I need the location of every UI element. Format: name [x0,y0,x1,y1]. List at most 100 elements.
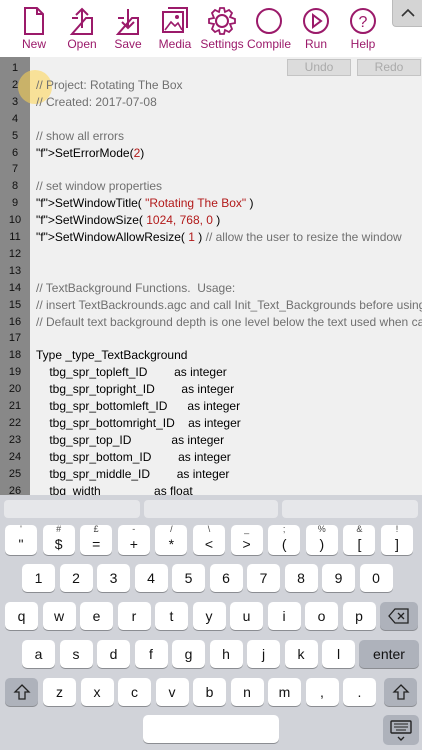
key-alt-symbol: # [56,524,62,534]
letter-key[interactable]: l [322,640,355,668]
number-key[interactable]: 0 [359,564,393,592]
line-number: 16 [8,315,22,328]
save-button[interactable]: Save [108,0,148,57]
compile-button[interactable]: Compile [246,0,292,57]
letter-key[interactable]: v [155,678,189,706]
suggestion-bar [0,495,422,521]
symbol-key[interactable]: # $ [42,524,75,555]
backspace-key[interactable] [380,602,418,630]
code-line: tbg_spr_bottomleft_ID as integer [36,399,241,413]
code-editor[interactable]: 1 2 3 4 5 6 7 8 9 10 11 12 13 14 15 16 17 18 19 20 21 22 23 24 2… [0,57,422,495]
key-symbol: [ [357,536,362,552]
letter-key[interactable]: z [43,678,76,706]
letter-key[interactable]: , [305,678,339,706]
number-key[interactable]: 3 [97,564,130,592]
letter-key[interactable]: m [268,678,301,706]
on-screen-keyboard: ' " # $ £ = - + / * \ < _ >;(%) &[!] 1 2 3 4 5 6 7 8 9 0 q w e r t y u i… [0,495,422,750]
letter-key[interactable]: k [284,640,318,668]
letter-key[interactable]: a [22,640,55,668]
settings-button[interactable]: Settings [200,0,244,57]
number-key[interactable]: 6 [209,564,243,592]
open-button[interactable]: Open [62,0,102,57]
symbol-key[interactable]: !] [381,524,413,555]
undo-button[interactable]: Undo [287,59,351,76]
key-symbol: > [242,536,251,552]
redo-button[interactable]: Redo [357,59,421,76]
letter-key[interactable]: h [209,640,243,668]
suggestion-slot[interactable] [4,500,140,518]
number-key[interactable]: 2 [59,564,93,592]
symbol-key[interactable]: &[ [343,524,376,555]
letter-key[interactable]: e [80,602,113,630]
help-button[interactable]: ? Help [343,0,383,57]
save-download-icon [115,9,139,35]
code-line: Type _type_TextBackground [36,348,188,363]
line-number: 17 [8,332,22,345]
letter-key[interactable]: y [192,602,226,630]
letter-key[interactable]: u [230,602,263,630]
letter-key[interactable]: i [267,602,301,630]
code-line: tbg_spr_middle_ID as integer [36,466,230,481]
symbol-key[interactable]: %) [305,524,338,555]
keyboard-hide-icon [390,720,412,741]
letter-key[interactable]: . [343,678,376,706]
line-number: 21 [8,400,22,412]
run-button[interactable]: Run [296,0,336,57]
letter-key[interactable]: x [80,678,114,706]
number-key[interactable]: 9 [322,564,355,592]
shift-key-left[interactable] [5,678,38,706]
symbol-key[interactable]: - + [117,524,150,555]
letter-key[interactable]: c [118,678,151,706]
new-button[interactable]: New [14,0,54,57]
letter-key[interactable]: f [134,640,168,668]
line-number: 13 [8,264,22,277]
space-key[interactable] [143,715,279,743]
number-key[interactable]: 1 [22,564,55,592]
collapse-toolbar-button[interactable] [392,0,422,27]
symbol-key[interactable]: \ < [193,524,225,555]
help-label: Help [350,37,376,51]
letter-key[interactable]: o [305,602,338,630]
symbol-key[interactable]: _ > [230,524,263,555]
letter-key[interactable]: q [5,602,38,630]
toolbar: New Open Save Media Settings Compile Run… [0,0,422,57]
letter-key[interactable]: p [342,602,376,630]
letter-key[interactable]: s [59,640,93,668]
symbol-key[interactable]: / * [155,524,188,555]
line-number: 18 [8,349,22,362]
enter-key[interactable]: enter [359,640,419,668]
symbol-key[interactable]: ' " [5,524,37,555]
key-alt-symbol: \ [207,524,211,534]
letter-key[interactable]: d [97,640,130,668]
open-label: Open [67,37,97,51]
number-key[interactable]: 8 [284,564,318,592]
symbol-key[interactable]: £ = [80,524,113,555]
hide-keyboard-button[interactable] [383,715,419,745]
line-number: 10 [8,214,22,227]
suggestion-slot[interactable] [144,500,278,518]
number-key[interactable]: 4 [134,564,168,592]
letter-key[interactable]: j [247,640,280,668]
line-number: 24 [8,450,22,463]
number-key[interactable]: 7 [247,564,280,592]
letter-key[interactable]: t [155,602,188,630]
letter-key[interactable]: r [117,602,151,630]
undo-redo-group: Undo Redo [287,59,422,76]
number-key[interactable]: 5 [172,564,205,592]
line-number-gutter: 1 2 3 4 5 6 7 8 9 10 11 12 13 14 15 16 17 18 19 20 21 22 23 24 2… [0,57,30,495]
letter-key[interactable]: b [193,678,226,706]
code-line: // set window properties [36,179,163,194]
shift-key-right[interactable] [384,678,417,706]
letter-key[interactable]: n [230,678,264,706]
compile-circle-icon [256,8,282,34]
code-line: // insert TextBackrounds.agc and call In… [36,297,422,312]
symbol-key[interactable]: ;( [268,524,301,555]
media-button[interactable]: Media [154,0,196,57]
letter-key[interactable]: w [42,602,76,630]
line-number: 12 [8,247,22,260]
letter-key[interactable]: g [172,640,205,668]
key-symbol: ) [319,536,325,552]
new-file-icon [24,7,44,35]
suggestion-slot[interactable] [282,500,418,518]
line-number: 20 [8,383,22,396]
